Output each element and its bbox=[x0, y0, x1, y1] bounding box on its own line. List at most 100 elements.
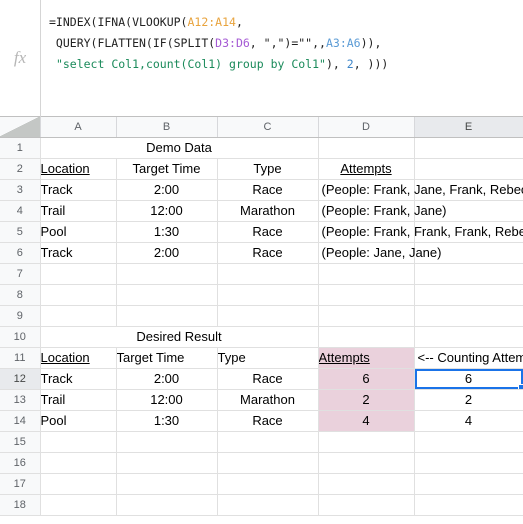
cell-b17[interactable] bbox=[116, 473, 218, 495]
cell-d2-attempts-header[interactable]: Attempts bbox=[318, 158, 415, 180]
cell-d7[interactable] bbox=[318, 263, 415, 285]
cell-e13[interactable]: 2 bbox=[414, 389, 523, 411]
cell-c2-type-header[interactable]: Type bbox=[217, 158, 319, 180]
cell-d9[interactable] bbox=[318, 305, 415, 327]
cell-e18[interactable] bbox=[414, 494, 523, 516]
cell-e16[interactable] bbox=[414, 452, 523, 474]
cell-b16[interactable] bbox=[116, 452, 218, 474]
row-header-10[interactable]: 10 bbox=[0, 326, 41, 348]
cell-b9[interactable] bbox=[116, 305, 218, 327]
cell-e2[interactable] bbox=[414, 158, 523, 180]
cell-c16[interactable] bbox=[217, 452, 319, 474]
cell-d1[interactable] bbox=[318, 137, 415, 159]
cell-a11-location-header[interactable]: Location bbox=[40, 347, 117, 369]
cell-b8[interactable] bbox=[116, 284, 218, 306]
cell-e1[interactable] bbox=[414, 137, 523, 159]
cell-b11-target-time-header[interactable]: Target Time bbox=[116, 347, 218, 369]
cell-d4[interactable]: (People: Frank, Jane) bbox=[318, 200, 447, 222]
spreadsheet-grid[interactable]: A B C D E 1 Demo Data 2 Location Target … bbox=[0, 117, 523, 524]
cell-d11-attempts-header[interactable]: Attempts bbox=[318, 347, 415, 369]
cell-b5[interactable]: 1:30 bbox=[116, 221, 218, 243]
select-all-corner[interactable] bbox=[0, 117, 41, 138]
cell-b18[interactable] bbox=[116, 494, 218, 516]
cell-d5[interactable]: (People: Frank, Frank, Frank, Rebecca) bbox=[318, 221, 523, 243]
column-header-a[interactable]: A bbox=[40, 117, 117, 138]
row-header-11[interactable]: 11 bbox=[0, 347, 41, 369]
cell-d8[interactable] bbox=[318, 284, 415, 306]
cell-c17[interactable] bbox=[217, 473, 319, 495]
cell-c4[interactable]: Marathon bbox=[217, 200, 319, 222]
cell-e9[interactable] bbox=[414, 305, 523, 327]
cell-d17[interactable] bbox=[318, 473, 415, 495]
cell-c9[interactable] bbox=[217, 305, 319, 327]
cell-a2-location-header[interactable]: Location bbox=[40, 158, 117, 180]
row-header-18[interactable]: 18 bbox=[0, 494, 41, 516]
cell-e11-note[interactable]: <-- Counting Attempts bbox=[414, 347, 523, 369]
formula-input[interactable]: =INDEX(IFNA(VLOOKUP(A12:A14, QUERY(FLATT… bbox=[40, 0, 523, 117]
cell-a16[interactable] bbox=[40, 452, 117, 474]
column-header-e[interactable]: E bbox=[414, 117, 523, 138]
cell-b4[interactable]: 12:00 bbox=[116, 200, 218, 222]
cell-d18[interactable] bbox=[318, 494, 415, 516]
cell-a15[interactable] bbox=[40, 431, 117, 453]
cell-a17[interactable] bbox=[40, 473, 117, 495]
cell-b14[interactable]: 1:30 bbox=[116, 410, 218, 432]
cell-e15[interactable] bbox=[414, 431, 523, 453]
row-header-9[interactable]: 9 bbox=[0, 305, 41, 327]
cell-e7[interactable] bbox=[414, 263, 523, 285]
cell-d6[interactable]: (People: Jane, Jane) bbox=[318, 242, 441, 264]
row-header-5[interactable]: 5 bbox=[0, 221, 41, 243]
row-header-17[interactable]: 17 bbox=[0, 473, 41, 495]
cell-c8[interactable] bbox=[217, 284, 319, 306]
cell-c11-type-header[interactable]: Type bbox=[217, 347, 319, 369]
cell-b3[interactable]: 2:00 bbox=[116, 179, 218, 201]
column-header-d[interactable]: D bbox=[318, 117, 415, 138]
cell-d3[interactable]: (People: Frank, Jane, Frank, Rebecca) bbox=[318, 179, 523, 201]
cell-c7[interactable] bbox=[217, 263, 319, 285]
cell-c14[interactable]: Race bbox=[217, 410, 319, 432]
cell-d16[interactable] bbox=[318, 452, 415, 474]
cell-d14[interactable]: 4 bbox=[318, 410, 415, 432]
cell-e14[interactable]: 4 bbox=[414, 410, 523, 432]
cell-c3[interactable]: Race bbox=[217, 179, 319, 201]
row-header-4[interactable]: 4 bbox=[0, 200, 41, 222]
row-header-13[interactable]: 13 bbox=[0, 389, 41, 411]
cell-a12[interactable]: Track bbox=[40, 368, 117, 390]
cell-a13[interactable]: Trail bbox=[40, 389, 117, 411]
row-header-16[interactable]: 16 bbox=[0, 452, 41, 474]
row-header-2[interactable]: 2 bbox=[0, 158, 41, 180]
cell-b7[interactable] bbox=[116, 263, 218, 285]
cell-a9[interactable] bbox=[40, 305, 117, 327]
cell-c13[interactable]: Marathon bbox=[217, 389, 319, 411]
cell-e12-selected[interactable]: 6 bbox=[414, 368, 523, 390]
cell-b12[interactable]: 2:00 bbox=[116, 368, 218, 390]
cell-d12[interactable]: 6 bbox=[318, 368, 415, 390]
row-header-1[interactable]: 1 bbox=[0, 137, 41, 159]
row-header-6[interactable]: 6 bbox=[0, 242, 41, 264]
cell-b6[interactable]: 2:00 bbox=[116, 242, 218, 264]
cell-b13[interactable]: 12:00 bbox=[116, 389, 218, 411]
cell-e17[interactable] bbox=[414, 473, 523, 495]
cell-a1-demo-data[interactable]: Demo Data bbox=[40, 137, 319, 159]
cell-c15[interactable] bbox=[217, 431, 319, 453]
cell-b15[interactable] bbox=[116, 431, 218, 453]
cell-a10-desired-result[interactable]: Desired Result bbox=[40, 326, 319, 348]
row-header-7[interactable]: 7 bbox=[0, 263, 41, 285]
cell-a6[interactable]: Track bbox=[40, 242, 117, 264]
cell-a8[interactable] bbox=[40, 284, 117, 306]
cell-e10[interactable] bbox=[414, 326, 523, 348]
cell-c18[interactable] bbox=[217, 494, 319, 516]
cell-d13[interactable]: 2 bbox=[318, 389, 415, 411]
cell-d15[interactable] bbox=[318, 431, 415, 453]
cell-b2-target-time-header[interactable]: Target Time bbox=[116, 158, 218, 180]
cell-a3[interactable]: Track bbox=[40, 179, 117, 201]
cell-d10[interactable] bbox=[318, 326, 415, 348]
cell-a7[interactable] bbox=[40, 263, 117, 285]
cell-c6[interactable]: Race bbox=[217, 242, 319, 264]
cell-e8[interactable] bbox=[414, 284, 523, 306]
row-header-15[interactable]: 15 bbox=[0, 431, 41, 453]
cell-a5[interactable]: Pool bbox=[40, 221, 117, 243]
row-header-8[interactable]: 8 bbox=[0, 284, 41, 306]
cell-a18[interactable] bbox=[40, 494, 117, 516]
cell-c12[interactable]: Race bbox=[217, 368, 319, 390]
